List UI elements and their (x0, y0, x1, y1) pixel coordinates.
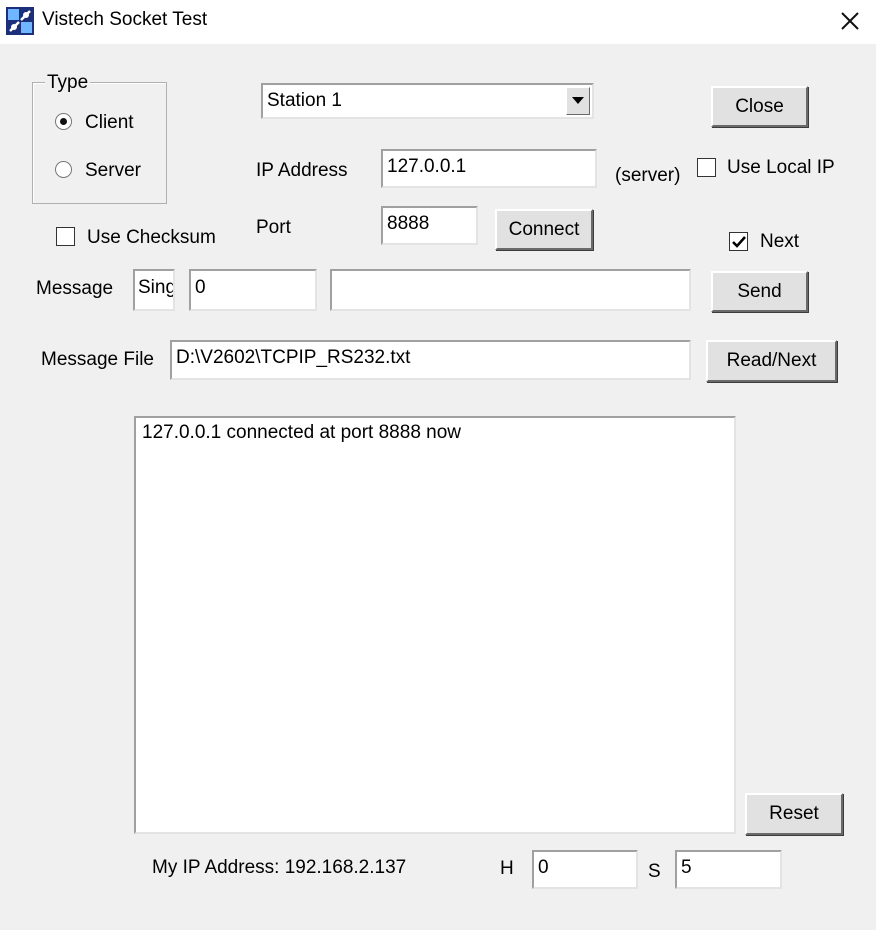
dialog-body: Type Client Server Station 1 Close IP Ad… (0, 44, 876, 930)
message-text-input[interactable] (330, 269, 691, 311)
use-checksum-checkbox[interactable] (56, 227, 75, 246)
log-line: 127.0.0.1 connected at port 8888 now (142, 422, 462, 443)
use-checksum-label[interactable]: Use Checksum (87, 227, 216, 249)
my-ip-address-text: My IP Address: 192.168.2.137 (152, 857, 407, 878)
message-file-label: Message File (41, 349, 154, 370)
close-icon (841, 12, 859, 30)
server-radio[interactable] (55, 161, 72, 178)
log-box[interactable]: 127.0.0.1 connected at port 8888 now (134, 416, 736, 834)
close-button[interactable]: Close (711, 86, 808, 127)
window-close-button[interactable] (830, 2, 870, 40)
checkmark-icon (731, 235, 746, 248)
ip-address-label: IP Address (256, 160, 348, 181)
window-title: Vistech Socket Test (42, 9, 208, 30)
server-radio-label[interactable]: Server (85, 160, 141, 182)
h-label: H (500, 858, 514, 879)
port-label: Port (256, 217, 291, 238)
s-label: S (648, 861, 661, 882)
next-label[interactable]: Next (760, 231, 799, 253)
client-radio-label[interactable]: Client (85, 112, 134, 134)
send-button[interactable]: Send (711, 271, 808, 312)
message-file-input[interactable]: D:\V2602\TCPIP_RS232.txt (170, 340, 691, 380)
port-input[interactable]: 8888 (381, 206, 478, 245)
dropdown-arrow[interactable] (566, 87, 590, 115)
client-radio[interactable] (55, 113, 72, 130)
h-input[interactable]: 0 (532, 850, 638, 889)
ip-server-note: (server) (615, 165, 681, 186)
type-groupbox (32, 82, 167, 204)
reset-button[interactable]: Reset (745, 793, 843, 835)
s-input[interactable]: 5 (675, 850, 782, 889)
type-group-label: Type (45, 72, 91, 94)
next-checkbox[interactable] (729, 232, 748, 251)
ip-address-input[interactable]: 127.0.0.1 (381, 149, 597, 188)
read-next-button[interactable]: Read/Next (706, 340, 837, 382)
message-label: Message (36, 278, 114, 299)
connect-button[interactable]: Connect (495, 209, 593, 250)
chevron-down-icon (572, 97, 584, 104)
app-icon (6, 7, 34, 35)
message-count-input[interactable]: 0 (189, 269, 317, 311)
station-selected-value: Station 1 (267, 90, 342, 111)
message-prefix-input[interactable]: Sing (133, 269, 175, 311)
use-local-ip-checkbox[interactable] (697, 158, 716, 177)
use-local-ip-label[interactable]: Use Local IP (727, 157, 835, 179)
station-dropdown[interactable]: Station 1 (261, 83, 594, 119)
title-bar: Vistech Socket Test (0, 0, 876, 44)
